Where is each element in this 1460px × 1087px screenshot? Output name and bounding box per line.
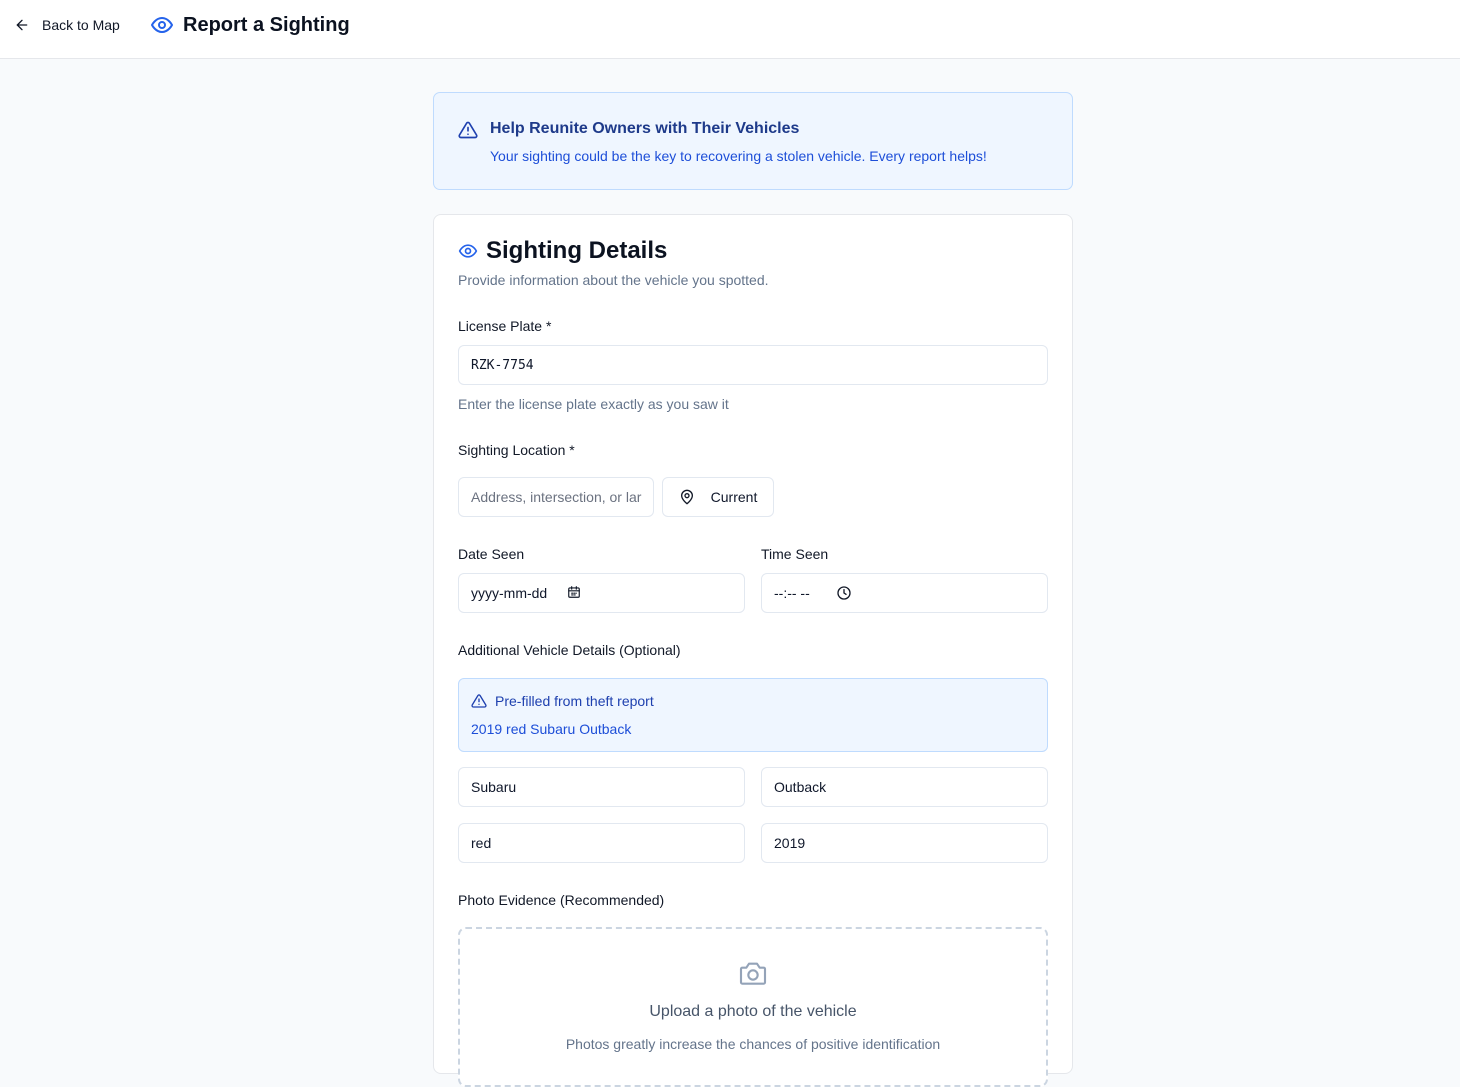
vehicle-model-input[interactable]: Outback <box>761 767 1048 807</box>
top-bar: Back to Map Report a Sighting <box>0 0 1460 59</box>
license-plate-label: License Plate * <box>458 318 552 334</box>
location-label: Sighting Location * <box>458 442 575 458</box>
clock-icon[interactable] <box>836 585 852 601</box>
time-seen-label: Time Seen <box>761 546 829 562</box>
vehicle-model-value: Outback <box>774 779 827 795</box>
alert-triangle-icon <box>471 693 487 709</box>
date-seen-value: yyyy-mm-dd <box>471 585 548 601</box>
camera-icon <box>737 957 769 989</box>
upload-subtitle: Photos greatly increase the chances of p… <box>565 1036 941 1052</box>
sighting-details-card: Sighting Details Provide information abo… <box>433 214 1073 1087</box>
prefill-title: Pre-filled from theft report <box>495 693 654 709</box>
date-seen-label: Date Seen <box>458 546 525 562</box>
back-to-map-button[interactable]: Back to Map <box>10 12 124 38</box>
vehicle-color-input[interactable]: red <box>458 823 745 863</box>
alert-text: Your sighting could be the key to recove… <box>490 148 987 164</box>
vehicle-details-label: Additional Vehicle Details (Optional) <box>458 642 681 658</box>
date-seen-input[interactable]: yyyy-mm-dd <box>458 573 745 613</box>
location-input[interactable]: Address, intersection, or lar <box>458 477 654 517</box>
eye-icon <box>458 241 478 261</box>
license-plate-hint: Enter the license plate exactly as you s… <box>458 396 729 412</box>
vehicle-make-input[interactable]: Subaru <box>458 767 745 807</box>
map-pin-icon <box>679 489 695 505</box>
eye-icon <box>150 13 174 37</box>
upload-title: Upload a photo of the vehicle <box>649 1003 857 1020</box>
location-placeholder: Address, intersection, or lar <box>471 489 642 505</box>
calendar-icon[interactable] <box>567 585 583 601</box>
alert-triangle-icon <box>458 120 478 140</box>
info-alert: Help Reunite Owners with Their Vehicles … <box>433 92 1073 190</box>
license-plate-input[interactable]: RZK-7754 <box>458 345 1048 385</box>
page-title-group: Report a Sighting <box>150 12 350 38</box>
back-to-map-label: Back to Map <box>42 17 120 33</box>
prefill-notice: Pre-filled from theft report 2019 red Su… <box>458 678 1048 752</box>
license-plate-value: RZK-7754 <box>471 357 534 373</box>
card-subtitle: Provide information about the vehicle yo… <box>458 272 769 288</box>
time-seen-value: --:-- -- <box>774 585 810 601</box>
alert-title: Help Reunite Owners with Their Vehicles <box>490 120 800 137</box>
photo-upload-dropzone[interactable]: Upload a photo of the vehicle Photos gre… <box>458 927 1048 1087</box>
vehicle-color-value: red <box>471 835 492 851</box>
card-title: Sighting Details <box>486 237 668 264</box>
vehicle-make-value: Subaru <box>471 779 517 795</box>
photo-evidence-label: Photo Evidence (Recommended) <box>458 892 665 908</box>
time-seen-input[interactable]: --:-- -- <box>761 573 1048 613</box>
vehicle-year-input[interactable]: 2019 <box>761 823 1048 863</box>
current-button-label: Current <box>710 489 758 505</box>
use-current-location-button[interactable]: Current <box>662 477 774 517</box>
page-title: Report a Sighting <box>183 13 350 36</box>
arrow-left-icon <box>14 17 30 33</box>
vehicle-year-value: 2019 <box>774 835 806 851</box>
prefill-text: 2019 red Subaru Outback <box>471 721 632 737</box>
